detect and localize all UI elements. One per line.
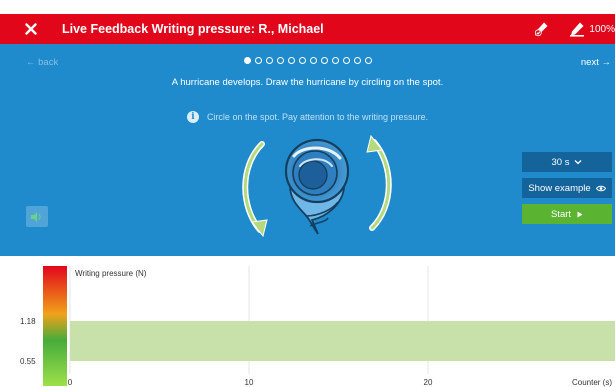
chevron-down-icon [575, 160, 582, 165]
sound-toggle-button[interactable] [26, 206, 48, 227]
battery-level: 100% [589, 23, 615, 35]
speaker-icon [31, 211, 41, 222]
pen-check-icon[interactable] [530, 18, 552, 40]
header-status: 100% [530, 14, 615, 44]
start-button[interactable]: Start [522, 204, 612, 224]
hurricane-illustration [242, 134, 392, 238]
pressure-chart-svg: Writing pressure (N) Counter (s) 0.55 1.1… [20, 266, 615, 387]
eye-icon [595, 185, 606, 191]
play-icon [577, 211, 583, 217]
pagination-dot[interactable] [243, 57, 251, 64]
pagination-dot[interactable] [309, 57, 317, 64]
duration-value: 30 s [551, 156, 570, 168]
page-title: Live Feedback Writing pressure: R., Mich… [62, 22, 324, 36]
pagination-dot[interactable] [331, 57, 339, 64]
pagination-dot[interactable] [342, 57, 350, 64]
pagination-dot[interactable] [254, 57, 262, 64]
pagination-dot[interactable] [298, 57, 306, 64]
x-tick-label: 10 [245, 378, 254, 387]
pen-battery-icon [566, 18, 588, 40]
circular-arrow-left-icon [242, 141, 268, 238]
y-tick-label: 1.18 [20, 317, 36, 326]
task-instruction: A hurricane develops. Draw the hurricane… [171, 77, 444, 88]
x-axis-label: Counter (s) [572, 378, 612, 387]
pagination-dot[interactable] [320, 57, 328, 64]
pressure-chart: Writing pressure (N) Counter (s) 0.55 1.1… [0, 256, 615, 387]
pagination-dot[interactable] [276, 57, 284, 64]
pagination-dot[interactable] [353, 57, 361, 64]
info-icon: i [186, 111, 199, 123]
tornado-icon [284, 138, 350, 235]
show-example-button[interactable]: Show example [522, 178, 612, 198]
pressure-scale-bar [43, 266, 67, 386]
hint-text: Circle on the spot. Pay attention to the… [206, 112, 429, 122]
app-root: Live Feedback Writing pressure: R., Mich… [0, 0, 615, 387]
next-link[interactable]: next → [581, 57, 611, 68]
start-label: Start [550, 208, 572, 220]
task-panel: ← back next → A hurricane develops. Draw… [0, 44, 615, 256]
pagination-dot[interactable] [265, 57, 273, 64]
y-axis-label: Writing pressure (N) [75, 269, 147, 278]
y-tick-label: 0.55 [20, 357, 36, 366]
close-button[interactable] [20, 18, 42, 40]
pagination-dots [0, 57, 615, 64]
pagination-dot[interactable] [364, 57, 372, 64]
x-tick-label: 20 [424, 378, 433, 387]
target-pressure-band [70, 321, 615, 361]
pagination-dot[interactable] [287, 57, 295, 64]
circular-arrow-right-icon [366, 134, 392, 231]
show-example-label: Show example [528, 182, 591, 194]
task-hint: i Circle on the spot. Pay attention to t… [0, 111, 615, 123]
duration-select[interactable]: 30 s [522, 152, 612, 172]
close-icon [25, 23, 37, 35]
header-bar: Live Feedback Writing pressure: R., Mich… [0, 14, 615, 44]
x-tick-label: 0 [68, 378, 73, 387]
